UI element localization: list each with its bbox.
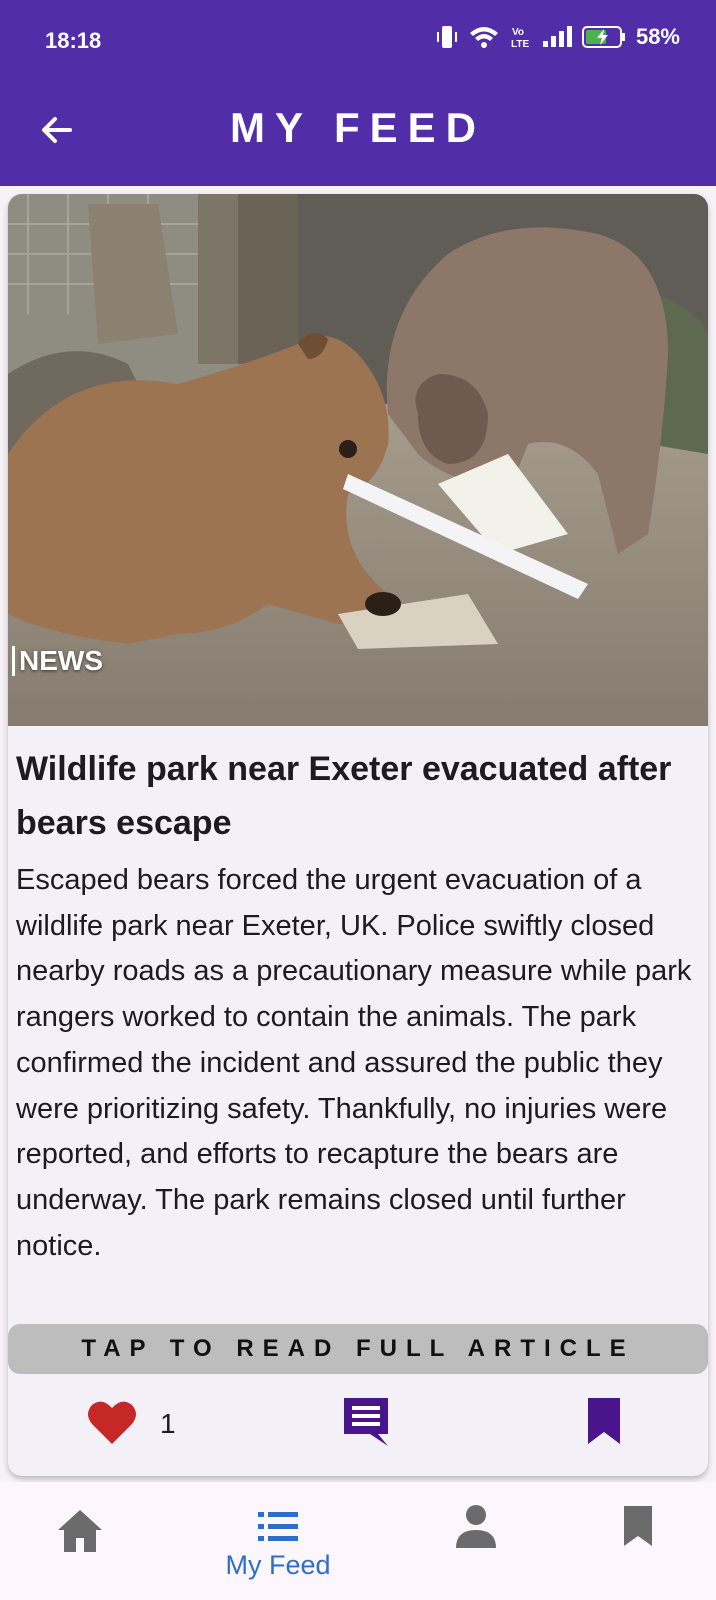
app-bar: MY FEED: [0, 80, 716, 186]
bookmark-icon[interactable]: [622, 1504, 654, 1548]
vibrate-icon: [436, 26, 457, 48]
article-actions: 1: [8, 1374, 708, 1476]
battery-percent: 58%: [635, 24, 680, 49]
page-title: MY FEED: [230, 104, 486, 151]
read-full-article-button[interactable]: TAP TO READ FULL ARTICLE: [8, 1324, 708, 1374]
status-icons: Vo LTE 58%: [436, 24, 680, 50]
svg-text:Vo: Vo: [512, 27, 524, 38]
home-icon[interactable]: [52, 1504, 108, 1560]
bottom-navigation: My Feed: [0, 1482, 716, 1600]
status-bar: 18:18 Vo LTE 58%: [0, 0, 716, 80]
article-card[interactable]: NEWS Wildlife park near Exeter evacuated…: [8, 194, 708, 1476]
article-summary: Escaped bears forced the urgent evacuati…: [16, 864, 692, 1262]
svg-text:LTE: LTE: [511, 39, 529, 50]
wifi-icon: [469, 27, 498, 48]
like-count: 1: [160, 1408, 176, 1439]
status-time: 18:18: [45, 28, 102, 53]
news-tag: NEWS: [12, 646, 103, 676]
lte-icon: VoLTE: [511, 27, 529, 50]
nav-label-my-feed[interactable]: My Feed: [218, 1550, 338, 1581]
person-icon[interactable]: [456, 1504, 496, 1548]
heart-icon[interactable]: [86, 1398, 138, 1446]
list-icon[interactable]: [258, 1508, 298, 1548]
signal-icon: [542, 26, 572, 47]
bookmark-icon[interactable]: [586, 1396, 622, 1446]
article-headline[interactable]: Wildlife park near Exeter evacuated afte…: [16, 742, 696, 850]
battery-icon: [581, 26, 625, 48]
article-image[interactable]: NEWS: [8, 194, 708, 726]
comment-icon[interactable]: [340, 1394, 392, 1448]
